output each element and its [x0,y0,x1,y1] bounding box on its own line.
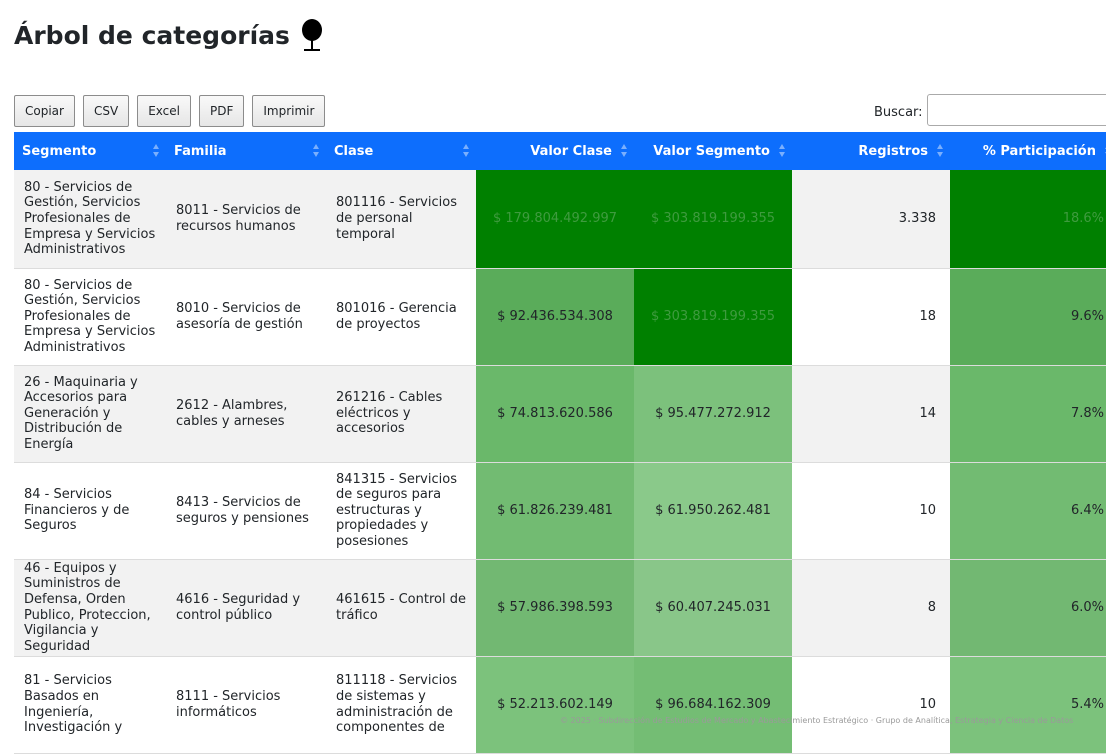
table-row: 84 - Servicios Financieros y de Seguros … [14,462,1106,560]
table-row: 81 - Servicios Basados en Ingeniería, In… [14,656,1106,754]
header-participacion[interactable]: % Participación [950,132,1106,170]
cell-clase: 261216 - Cables eléctricos y accesorios [326,365,476,463]
header-label: Valor Segmento [653,143,770,159]
page-title: Árbol de categorías [14,18,324,52]
cell-clase: 811118 - Servicios de sistemas y adminis… [326,656,476,754]
cell-valor-clase: $ 57.986.398.593 [476,559,634,657]
sort-icon [621,144,628,158]
page-title-text: Árbol de categorías [14,20,290,50]
csv-button[interactable]: CSV [82,95,130,127]
cell-participacion: 7.8% [950,365,1106,463]
cell-valor-segmento: $ 60.407.245.031 [634,559,792,657]
header-valor-clase[interactable]: Valor Clase [476,132,634,170]
cell-valor-segmento: $ 303.819.199.355 [634,170,792,269]
cell-participacion: 6.0% [950,559,1106,657]
header-label: Familia [174,143,227,159]
cell-segmento: 81 - Servicios Basados en Ingeniería, In… [14,656,166,754]
print-button[interactable]: Imprimir [252,95,326,127]
cell-familia: 8413 - Servicios de seguros y pensiones [166,462,326,560]
cell-participacion: 5.4% [950,656,1106,754]
cell-valor-clase: $ 52.213.602.149 [476,656,634,754]
header-label: Segmento [22,143,97,159]
cell-registros: 14 [792,365,950,463]
tree-icon [301,19,322,51]
cell-familia: 8111 - Servicios informáticos [166,656,326,754]
table-row: 26 - Maquinaria y Accesorios para Genera… [14,365,1106,463]
pdf-button[interactable]: PDF [198,95,245,127]
cell-valor-segmento: $ 95.477.272.912 [634,365,792,463]
cell-registros: 10 [792,462,950,560]
sort-icon [313,144,320,158]
sort-icon [153,144,160,158]
cell-clase: 461615 - Control de tráfico [326,559,476,657]
cell-valor-clase: $ 179.804.492.997 [476,170,634,269]
table-row: 80 - Servicios de Gestión, Servicios Pro… [14,268,1106,366]
cell-segmento: 46 - Equipos y Suministros de Defensa, O… [14,559,166,657]
cell-participacion: 18.6% [950,170,1106,269]
table-row: 46 - Equipos y Suministros de Defensa, O… [14,559,1106,657]
search-input[interactable] [927,94,1106,126]
cell-valor-segmento: $ 303.819.199.355 [634,268,792,366]
search-label: Buscar: [874,105,923,120]
cell-valor-segmento: $ 61.950.262.481 [634,462,792,560]
cell-registros: 3.338 [792,170,950,269]
sort-icon [779,144,786,158]
cell-valor-clase: $ 92.436.534.308 [476,268,634,366]
table-row: 80 - Servicios de Gestión, Servicios Pro… [14,170,1106,269]
cell-participacion: 9.6% [950,268,1106,366]
header-label: % Participación [982,143,1096,159]
cell-segmento: 26 - Maquinaria y Accesorios para Genera… [14,365,166,463]
cell-valor-clase: $ 61.826.239.481 [476,462,634,560]
header-label: Registros [858,143,928,159]
cell-familia: 4616 - Seguridad y control público [166,559,326,657]
cell-valor-segmento: $ 96.684.162.309 [634,656,792,754]
cell-valor-clase: $ 74.813.620.586 [476,365,634,463]
export-buttons: Copiar CSV Excel PDF Imprimir [14,95,326,127]
footer-text: © 2025 · Subdirección de Estudios de Mer… [560,716,1074,725]
cell-clase: 801116 - Servicios de personal temporal [326,170,476,269]
header-segmento[interactable]: Segmento [14,132,166,170]
cell-segmento: 80 - Servicios de Gestión, Servicios Pro… [14,268,166,366]
header-registros[interactable]: Registros [792,132,950,170]
excel-button[interactable]: Excel [137,95,191,127]
header-clase[interactable]: Clase [326,132,476,170]
cell-clase: 841315 - Servicios de seguros para estru… [326,462,476,560]
cell-registros: 8 [792,559,950,657]
cell-clase: 801016 - Gerencia de proyectos [326,268,476,366]
cell-familia: 8011 - Servicios de recursos humanos [166,170,326,269]
sort-icon [463,144,470,158]
cell-registros: 10 [792,656,950,754]
copy-button[interactable]: Copiar [14,95,75,127]
cell-familia: 2612 - Alambres, cables y arneses [166,365,326,463]
header-familia[interactable]: Familia [166,132,326,170]
categories-table: Segmento Familia Clase Valor Clase Valor… [14,132,1106,754]
cell-segmento: 80 - Servicios de Gestión, Servicios Pro… [14,170,166,269]
sort-icon [937,144,944,158]
cell-segmento: 84 - Servicios Financieros y de Seguros [14,462,166,560]
cell-registros: 18 [792,268,950,366]
header-label: Valor Clase [530,143,612,159]
table-header-row: Segmento Familia Clase Valor Clase Valor… [14,132,1106,170]
header-valor-segmento[interactable]: Valor Segmento [634,132,792,170]
header-label: Clase [334,143,374,159]
cell-familia: 8010 - Servicios de asesoría de gestión [166,268,326,366]
cell-participacion: 6.4% [950,462,1106,560]
